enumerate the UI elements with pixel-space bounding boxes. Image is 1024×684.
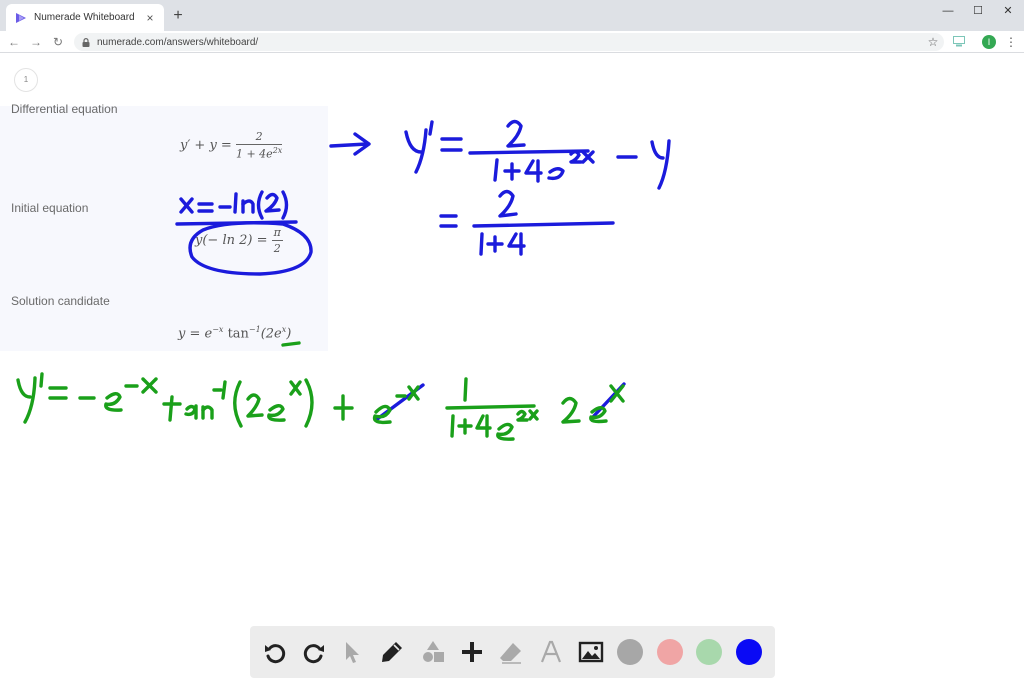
url-text: numerade.com/answers/whiteboard/ bbox=[97, 36, 259, 48]
pen-tool[interactable] bbox=[374, 634, 410, 670]
handwritten-ink bbox=[16, 119, 671, 441]
browser-toolbar: ← → ↻ numerade.com/answers/whiteboard/ ☆… bbox=[0, 31, 1024, 53]
image-tool[interactable] bbox=[573, 634, 609, 670]
browser-tab[interactable]: Numerade Whiteboard × bbox=[6, 4, 164, 31]
add-button[interactable] bbox=[454, 634, 490, 670]
profile-avatar[interactable]: I bbox=[982, 35, 996, 49]
undo-button[interactable] bbox=[257, 634, 293, 670]
shapes-tool[interactable] bbox=[415, 634, 451, 670]
pointer-icon bbox=[346, 642, 359, 663]
blue-swatch bbox=[736, 639, 762, 665]
green-swatch bbox=[696, 639, 722, 665]
image-icon bbox=[578, 641, 604, 663]
whiteboard-canvas[interactable]: 1 Differential equation y′ + y = 2 1 + 4… bbox=[0, 54, 1024, 684]
minimize-icon[interactable]: — bbox=[938, 4, 958, 18]
extension-icon[interactable] bbox=[953, 36, 965, 47]
bookmark-star-icon[interactable]: ☆ bbox=[926, 34, 940, 50]
reload-icon[interactable]: ↻ bbox=[50, 34, 66, 50]
undo-icon bbox=[265, 644, 286, 664]
pointer-tool[interactable] bbox=[334, 634, 370, 670]
forward-icon[interactable]: → bbox=[28, 34, 44, 50]
lock-icon bbox=[82, 37, 90, 47]
color-swatch-blue[interactable] bbox=[731, 634, 767, 670]
green-ink-strokes bbox=[16, 341, 625, 441]
color-swatch-green[interactable] bbox=[691, 634, 727, 670]
tab-title: Numerade Whiteboard bbox=[34, 12, 135, 23]
plus-icon bbox=[462, 642, 482, 662]
tool-palette bbox=[250, 626, 775, 678]
blue-ink-strokes bbox=[175, 119, 671, 422]
shapes-icon bbox=[423, 641, 444, 662]
eraser-tool[interactable] bbox=[493, 634, 529, 670]
numerade-logo-icon bbox=[16, 12, 26, 23]
close-window-icon[interactable]: ✕ bbox=[998, 4, 1018, 18]
eraser-icon bbox=[500, 643, 521, 664]
pink-swatch bbox=[657, 639, 683, 665]
menu-icon[interactable]: ⋮ bbox=[1005, 34, 1017, 50]
maximize-icon[interactable]: ☐ bbox=[968, 4, 988, 18]
text-tool[interactable] bbox=[533, 634, 569, 670]
tab-close-icon[interactable]: × bbox=[144, 12, 156, 24]
back-icon[interactable]: ← bbox=[6, 34, 22, 50]
color-swatch-gray[interactable] bbox=[612, 634, 648, 670]
tab-strip: Numerade Whiteboard × + — ☐ ✕ bbox=[0, 0, 1024, 31]
redo-button[interactable] bbox=[296, 634, 332, 670]
pen-icon bbox=[382, 642, 402, 662]
color-swatch-pink[interactable] bbox=[652, 634, 688, 670]
gray-swatch bbox=[617, 639, 643, 665]
redo-icon bbox=[303, 644, 324, 664]
address-bar[interactable]: numerade.com/answers/whiteboard/ bbox=[74, 33, 944, 51]
new-tab-button[interactable]: + bbox=[170, 7, 186, 25]
text-icon bbox=[540, 640, 562, 663]
